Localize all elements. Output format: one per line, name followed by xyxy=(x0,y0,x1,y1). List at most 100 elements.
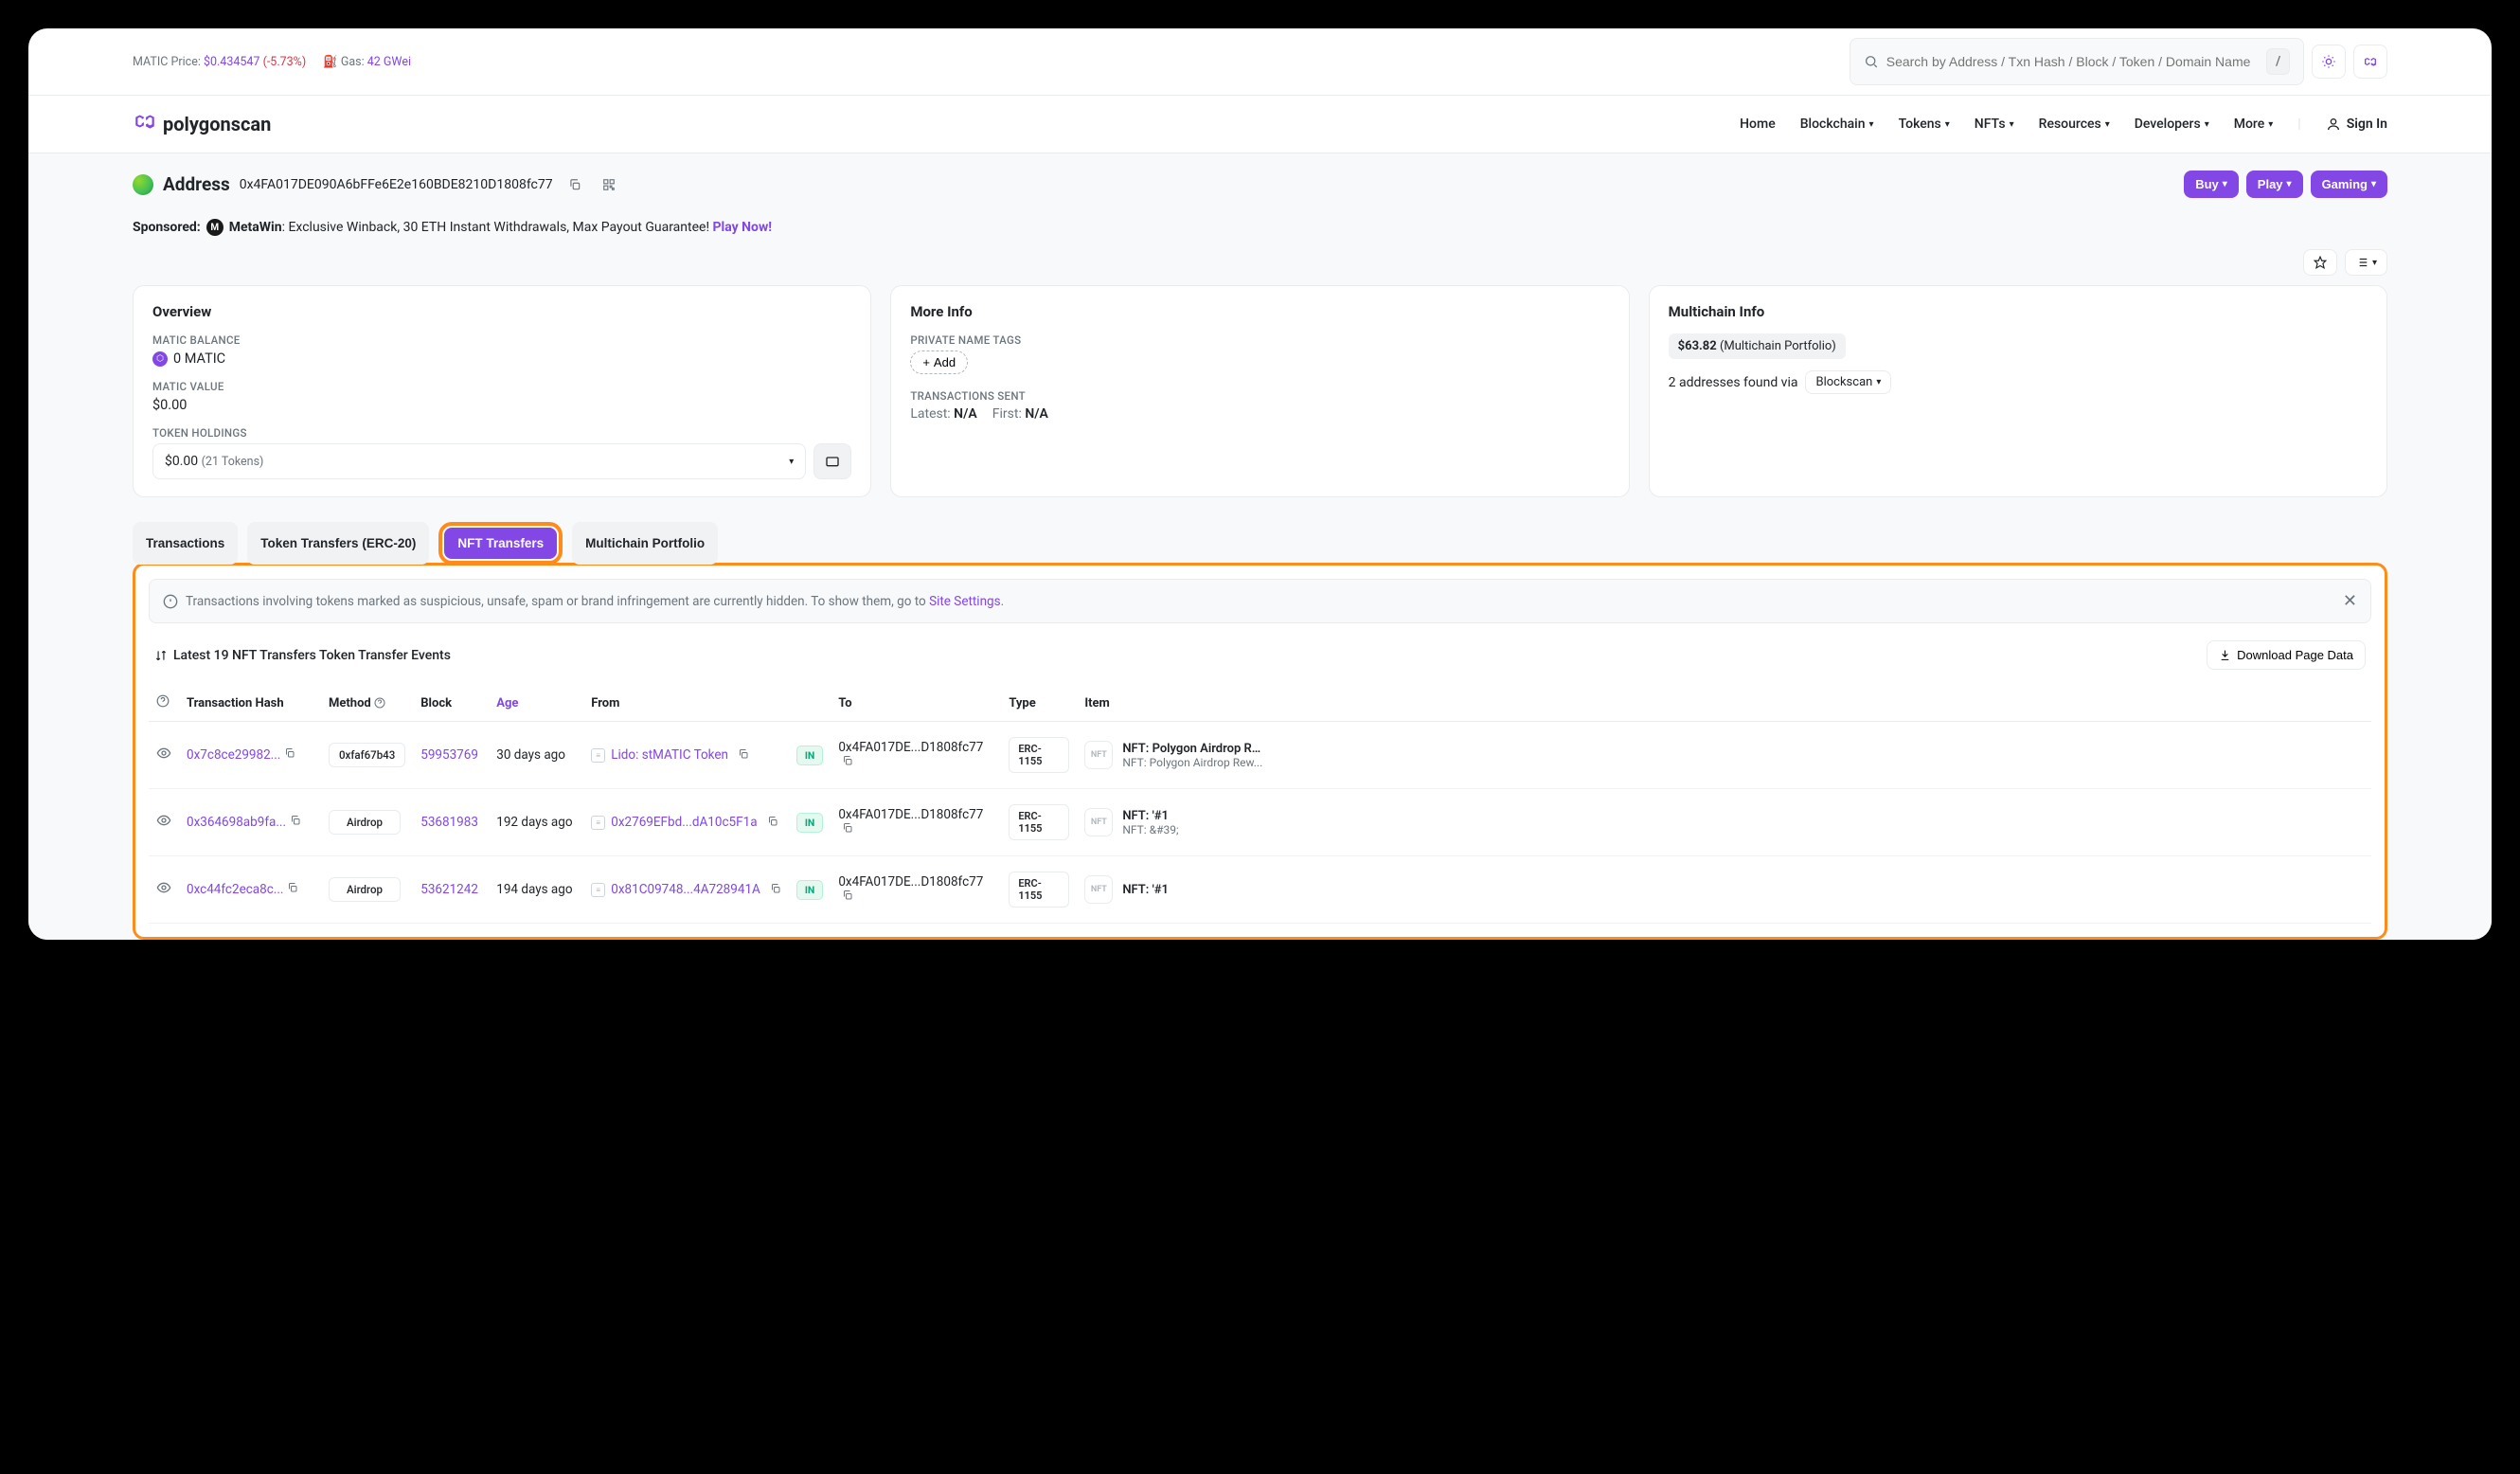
block-link[interactable]: 53681983 xyxy=(420,815,478,830)
chevron-down-icon: ▾ xyxy=(1945,119,1950,130)
copy-button[interactable] xyxy=(287,883,298,896)
age-value: 30 days ago xyxy=(489,722,583,789)
nav-blockchain[interactable]: Blockchain▾ xyxy=(1800,117,1874,132)
favorite-button[interactable] xyxy=(2303,249,2337,276)
block-link[interactable]: 59953769 xyxy=(420,747,478,763)
copy-icon xyxy=(842,755,853,766)
wallet-button[interactable] xyxy=(813,443,851,479)
type-badge: ERC-1155 xyxy=(1009,737,1069,773)
sponsor-cta-link[interactable]: Play Now! xyxy=(713,220,773,235)
tab-nft-transfers[interactable]: NFT Transfers xyxy=(444,528,557,559)
holdings-label: TOKEN HOLDINGS xyxy=(152,426,851,440)
to-address[interactable]: 0x4FA017DE...D1808fc77 xyxy=(838,740,983,755)
nav-more[interactable]: More▾ xyxy=(2234,117,2274,132)
view-tx-button[interactable] xyxy=(156,749,171,764)
table-row: 0x7c8ce29982... 0xfaf67b43 59953769 30 d… xyxy=(149,722,2371,789)
overview-card: Overview MATIC BALANCE ⬡0 MATIC MATIC VA… xyxy=(133,285,871,497)
item-title[interactable]: NFT: '#1 xyxy=(1122,809,1178,823)
col-method: Method xyxy=(321,685,413,722)
brand-logo[interactable]: polygonscan xyxy=(133,109,271,139)
copy-button[interactable] xyxy=(738,748,749,763)
balance-value: ⬡0 MATIC xyxy=(152,351,851,367)
moreinfo-card: More Info PRIVATE NAME TAGS + Add TRANSA… xyxy=(890,285,1629,497)
copy-icon xyxy=(290,815,301,826)
copy-button[interactable] xyxy=(290,816,301,829)
theme-toggle[interactable] xyxy=(2312,45,2346,79)
direction-badge: IN xyxy=(796,880,823,900)
search-icon xyxy=(1864,53,1879,70)
multichain-chip[interactable]: $63.82 (Multichain Portfolio) xyxy=(1669,333,1846,359)
copy-button[interactable] xyxy=(767,816,778,830)
more-menu-button[interactable]: ▾ xyxy=(2345,249,2387,276)
tx-hash-link[interactable]: 0x7c8ce29982... xyxy=(187,747,280,763)
col-age[interactable]: Age xyxy=(489,685,583,722)
search-input[interactable] xyxy=(1886,54,2260,69)
copy-button[interactable] xyxy=(284,748,295,762)
nav-nfts[interactable]: NFTs▾ xyxy=(1975,117,2014,132)
gaming-button[interactable]: Gaming▾ xyxy=(2311,171,2387,198)
eye-icon xyxy=(156,880,171,895)
type-badge: ERC-1155 xyxy=(1009,872,1069,908)
nft-transfers-panel: Transactions involving tokens marked as … xyxy=(133,563,2387,940)
copy-button[interactable] xyxy=(842,890,853,904)
gas-value[interactable]: 42 GWei xyxy=(367,55,411,69)
transfers-table: Transaction Hash Method Block Age From T… xyxy=(149,685,2371,924)
star-icon xyxy=(2314,256,2327,269)
value-label: MATIC VALUE xyxy=(152,380,851,393)
download-button[interactable]: Download Page Data xyxy=(2207,640,2366,670)
item-title[interactable]: NFT: '#1 xyxy=(1122,883,1169,897)
tab-transactions[interactable]: Transactions xyxy=(133,522,238,565)
contract-icon: ≡ xyxy=(591,748,605,763)
type-badge: ERC-1155 xyxy=(1009,804,1069,840)
info-icon xyxy=(163,594,178,609)
eye-icon xyxy=(156,746,171,761)
tab-token-transfers[interactable]: Token Transfers (ERC-20) xyxy=(247,522,429,565)
site-settings-link[interactable]: Site Settings xyxy=(929,594,1001,609)
nav-developers[interactable]: Developers▾ xyxy=(2135,117,2209,132)
list-icon xyxy=(2355,256,2368,269)
chain-switch[interactable] xyxy=(2353,45,2387,79)
nav-tokens[interactable]: Tokens▾ xyxy=(1899,117,1950,132)
tx-hash-link[interactable]: 0x364698ab9fa... xyxy=(187,815,286,830)
tx-hash-link[interactable]: 0xc44fc2eca8c... xyxy=(187,882,283,897)
copy-address-button[interactable] xyxy=(563,172,587,197)
tab-multichain-portfolio[interactable]: Multichain Portfolio xyxy=(572,522,718,565)
add-tag-button[interactable]: + Add xyxy=(910,351,968,374)
chevron-down-icon: ▾ xyxy=(2268,119,2273,130)
play-button[interactable]: Play▾ xyxy=(2246,171,2303,198)
qr-button[interactable] xyxy=(597,172,621,197)
token-holdings-dropdown[interactable]: $0.00 (21 Tokens)▾ xyxy=(152,443,806,479)
sign-in[interactable]: Sign In xyxy=(2326,117,2387,132)
chevron-down-icon: ▾ xyxy=(789,457,794,467)
balance-label: MATIC BALANCE xyxy=(152,333,851,347)
view-tx-button[interactable] xyxy=(156,817,171,832)
search-bar[interactable]: / xyxy=(1850,38,2304,85)
view-tx-button[interactable] xyxy=(156,884,171,899)
buy-button[interactable]: Buy▾ xyxy=(2184,171,2239,198)
copy-button[interactable] xyxy=(842,756,853,769)
from-link[interactable]: Lido: stMATIC Token xyxy=(611,747,728,763)
item-subtitle: NFT: Polygon Airdrop Rew... xyxy=(1122,756,1264,769)
col-to: To xyxy=(831,685,1001,722)
tx-sent-label: TRANSACTIONS SENT xyxy=(910,389,1609,403)
nav-resources[interactable]: Resources▾ xyxy=(2039,117,2110,132)
notice-close-button[interactable]: ✕ xyxy=(2343,591,2357,611)
copy-button[interactable] xyxy=(842,823,853,836)
from-link[interactable]: 0x81C09748...4A728941A xyxy=(611,882,760,897)
copy-icon xyxy=(738,748,749,760)
table-row: 0x364698ab9fa... Airdrop 53681983 192 da… xyxy=(149,789,2371,856)
copy-icon xyxy=(284,747,295,759)
copy-icon xyxy=(842,822,853,834)
nav-home[interactable]: Home xyxy=(1740,117,1776,132)
help-icon[interactable] xyxy=(156,694,170,708)
blockscan-dropdown[interactable]: Blockscan▾ xyxy=(1805,370,1891,394)
help-icon[interactable] xyxy=(374,697,385,709)
item-title[interactable]: NFT: Polygon Airdrop Re... xyxy=(1122,742,1264,756)
to-address[interactable]: 0x4FA017DE...D1808fc77 xyxy=(838,874,983,890)
slash-shortcut: / xyxy=(2266,48,2290,75)
block-link[interactable]: 53621242 xyxy=(420,882,478,897)
to-address[interactable]: 0x4FA017DE...D1808fc77 xyxy=(838,807,983,822)
copy-button[interactable] xyxy=(770,883,781,897)
from-link[interactable]: 0x2769EFbd...dA10c5F1a xyxy=(611,815,757,830)
multichain-title: Multichain Info xyxy=(1669,303,2368,320)
